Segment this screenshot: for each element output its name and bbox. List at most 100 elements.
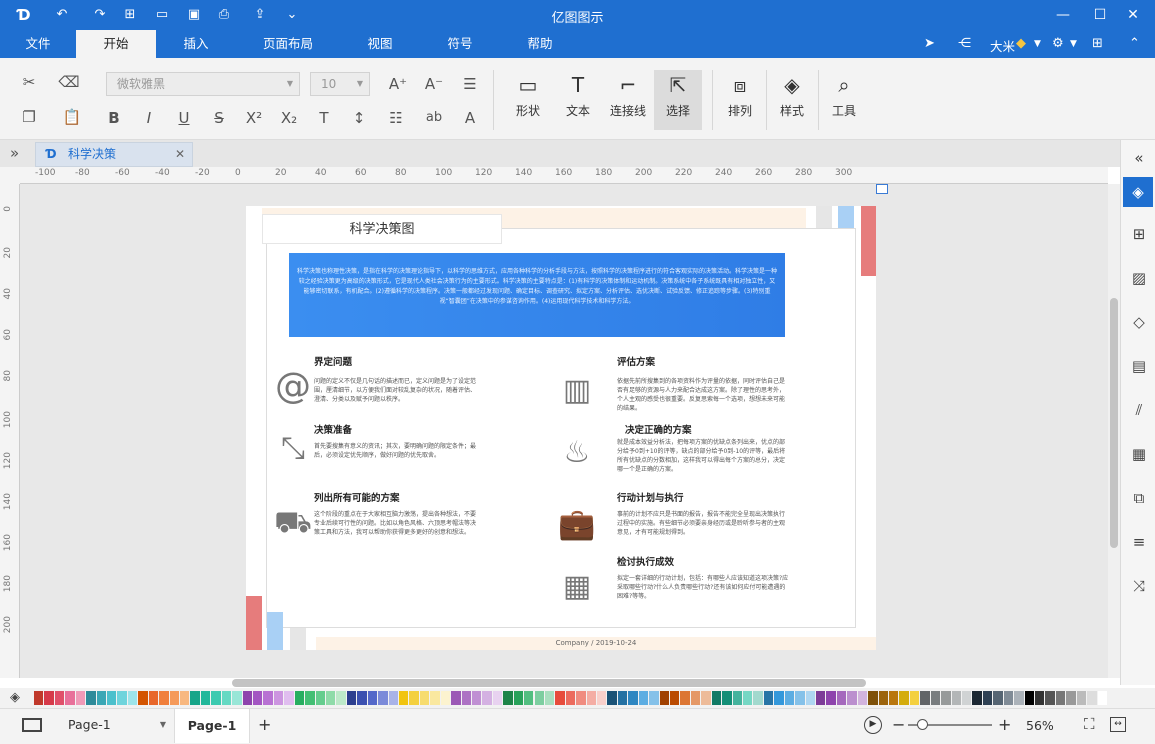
text-tool-button[interactable]: T 文本	[554, 70, 602, 119]
color-swatch[interactable]	[86, 691, 96, 705]
send-icon[interactable]: ➤	[924, 36, 935, 51]
color-swatch[interactable]	[826, 691, 836, 705]
color-swatch[interactable]	[471, 691, 482, 705]
color-swatch[interactable]	[774, 691, 784, 705]
line-chart-icon[interactable]: ⫽	[1129, 400, 1149, 420]
color-swatch[interactable]	[1024, 691, 1034, 705]
color-swatch[interactable]	[503, 691, 513, 705]
color-swatch[interactable]	[367, 691, 378, 705]
color-swatch[interactable]	[1076, 691, 1087, 705]
text-case-icon[interactable]: ab	[422, 107, 446, 129]
font-size-select[interactable]: 10 ▼	[310, 72, 370, 96]
color-swatch[interactable]	[836, 691, 847, 705]
color-swatch[interactable]	[430, 691, 440, 705]
color-swatch[interactable]	[586, 691, 597, 705]
page-tab-active[interactable]: Page-1	[174, 709, 250, 743]
color-swatch[interactable]	[148, 691, 159, 705]
color-swatch[interactable]	[252, 691, 263, 705]
close-tab-icon[interactable]: ✕	[175, 143, 185, 166]
menu-insert[interactable]: 插入	[170, 30, 222, 58]
color-swatch[interactable]	[273, 691, 284, 705]
increase-font-icon[interactable]: A⁺	[386, 73, 410, 95]
color-swatch[interactable]	[597, 691, 607, 705]
tools-button[interactable]: ⌕ 工具	[820, 70, 868, 119]
color-swatch[interactable]	[576, 691, 586, 705]
color-swatch[interactable]	[357, 691, 367, 705]
section-title-evaluate[interactable]: 评估方案	[617, 354, 655, 368]
font-family-select[interactable]: 微软雅黑 ▼	[106, 72, 300, 96]
color-swatch[interactable]	[54, 691, 65, 705]
color-swatch[interactable]	[513, 691, 524, 705]
play-icon[interactable]: ▶	[864, 716, 882, 734]
underline-icon[interactable]: U	[172, 107, 196, 129]
color-swatch[interactable]	[138, 691, 148, 705]
section-text-list-options[interactable]: 这个阶段的重点在于大家相互脑力激荡，提出各种想法，不要专业后续可行性的问题。比如…	[314, 510, 478, 537]
bold-icon[interactable]: B	[102, 107, 126, 129]
color-swatch[interactable]	[398, 691, 409, 705]
bullet-list-icon[interactable]: ☷	[384, 107, 408, 129]
color-swatch[interactable]	[795, 691, 805, 705]
color-swatch[interactable]	[628, 691, 638, 705]
page-view-icon[interactable]	[22, 718, 42, 732]
footer-band[interactable]: Company / 2019-10-24	[316, 637, 876, 650]
menu-symbol[interactable]: 符号	[436, 30, 484, 58]
connector-tool-button[interactable]: ⌐ 连接线	[604, 70, 652, 119]
zoom-in-icon[interactable]: +	[998, 715, 1011, 734]
theme-icon[interactable]: ⚙	[1052, 36, 1064, 51]
color-swatch[interactable]	[962, 691, 972, 705]
section-text-plan-execute[interactable]: 事前的计划不应只是书面的报告，报告不能完全呈现出决策执行过程中的实施。有些细节必…	[617, 510, 789, 537]
fit-page-icon[interactable]: ⛶	[1084, 715, 1095, 733]
zoom-slider-thumb[interactable]	[917, 719, 929, 730]
text-format-icon[interactable]: T	[312, 107, 336, 129]
color-swatch[interactable]	[889, 691, 899, 705]
page-handle-icon[interactable]	[876, 184, 888, 194]
layers-icon[interactable]: ◇	[1129, 312, 1149, 332]
color-swatch[interactable]	[492, 691, 503, 705]
color-swatch[interactable]	[44, 691, 54, 705]
color-swatch[interactable]	[221, 691, 232, 705]
menu-view[interactable]: 视图	[356, 30, 404, 58]
collapse-panel-icon[interactable]: «	[1129, 148, 1149, 168]
table-icon[interactable]: ▦	[1129, 444, 1149, 464]
section-title-preparation[interactable]: 决策准备	[314, 422, 352, 436]
color-swatch[interactable]	[440, 691, 451, 705]
color-swatch[interactable]	[232, 691, 242, 705]
color-swatch[interactable]	[868, 691, 878, 705]
color-swatch[interactable]	[336, 691, 346, 705]
menu-file[interactable]: 文件	[14, 30, 62, 58]
color-swatch[interactable]	[419, 691, 430, 705]
color-swatch[interactable]	[263, 691, 273, 705]
cut-icon[interactable]: ✂	[17, 71, 41, 93]
color-swatch[interactable]	[211, 691, 221, 705]
collapse-ribbon-icon[interactable]: ⌃	[1129, 36, 1140, 51]
style-button[interactable]: ◈ 样式	[768, 70, 816, 119]
color-swatch[interactable]	[451, 691, 461, 705]
user-dropdown-icon[interactable]: ▼	[1034, 39, 1041, 49]
color-swatch[interactable]	[461, 691, 471, 705]
color-swatch[interactable]	[607, 691, 617, 705]
color-swatch[interactable]	[179, 691, 190, 705]
color-swatch[interactable]	[701, 691, 711, 705]
diagram-title[interactable]: 科学决策图	[262, 214, 502, 244]
outline-icon[interactable]: ≡	[1129, 532, 1149, 552]
color-swatch[interactable]	[784, 691, 795, 705]
font-color-icon[interactable]: A	[458, 107, 482, 129]
menu-home[interactable]: 开始	[76, 30, 156, 58]
fill-bucket-icon[interactable]: ◈	[10, 690, 20, 705]
color-swatch[interactable]	[294, 691, 305, 705]
shape-tool-button[interactable]: ▭ 形状	[504, 70, 552, 119]
color-swatch[interactable]	[909, 691, 920, 705]
color-swatch[interactable]	[409, 691, 419, 705]
color-swatch[interactable]	[982, 691, 993, 705]
section-text-review[interactable]: 拟定一套详细的行动计划，包括：有哪些人应该知道这项决策?应采取哪些行动?什么人负…	[617, 574, 789, 601]
color-swatch[interactable]	[857, 691, 868, 705]
user-name[interactable]: 大米	[990, 36, 1015, 55]
color-swatch[interactable]	[1097, 691, 1107, 705]
color-swatch[interactable]	[96, 691, 106, 705]
color-swatch[interactable]	[544, 691, 555, 705]
color-swatch[interactable]	[659, 691, 670, 705]
horizontal-scroll-thumb[interactable]	[232, 679, 866, 687]
line-spacing-icon[interactable]: ↕	[347, 107, 371, 129]
color-swatch[interactable]	[565, 691, 576, 705]
image-icon[interactable]: ▨	[1129, 268, 1149, 288]
